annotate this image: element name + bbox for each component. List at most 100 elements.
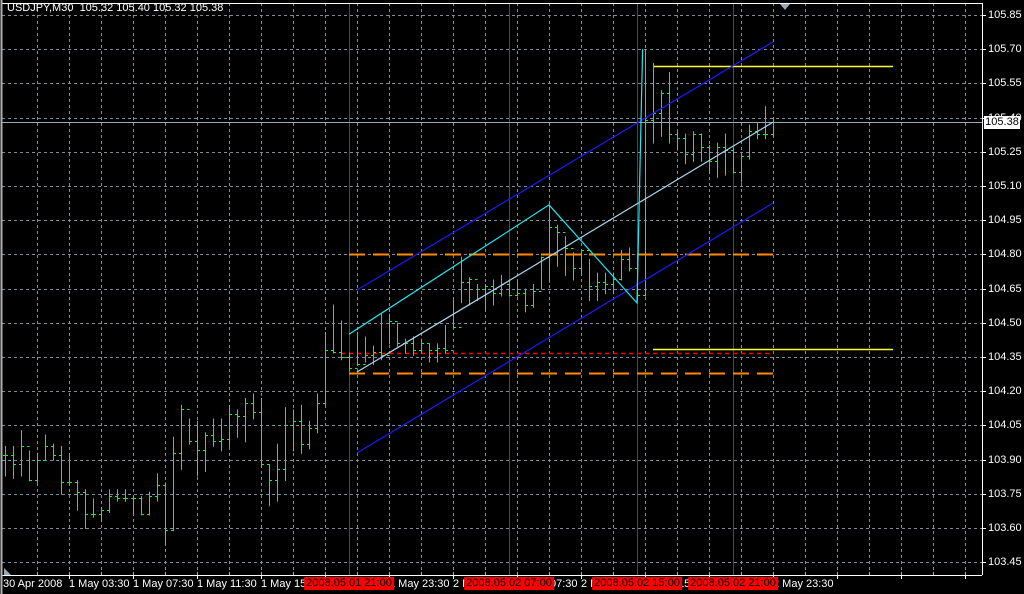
ohlc-bar [547, 204, 552, 283]
ohlc-bar [683, 133, 688, 165]
symbol-label: USDJPY,M30 [7, 2, 74, 14]
ohlc-bar [219, 418, 224, 452]
time-label: 30 Apr 2008 [3, 578, 63, 590]
time-label: 2 May 23:30 [773, 578, 834, 590]
ohlc-bar [251, 393, 256, 420]
ohlc-bar [267, 464, 272, 507]
ohlc-bar [555, 224, 560, 267]
ohlc-bar [771, 117, 776, 137]
ohlc-bar [131, 496, 136, 516]
ohlc-bar [739, 154, 744, 183]
ohlc-bar [259, 398, 264, 468]
ohlc-bar [443, 325, 448, 354]
scroll-marker-icon [4, 568, 11, 575]
low-price: 105.32 [153, 2, 187, 14]
price-label: 104.95 [988, 214, 1022, 226]
price-label: 104.65 [988, 283, 1022, 295]
price-chart[interactable] [0, 0, 1024, 594]
price-label: 104.50 [988, 317, 1022, 329]
ohlc-bar [315, 393, 320, 434]
ohlc-bar [691, 131, 696, 162]
ohlc-bar [659, 90, 664, 137]
time-marker-label: 2008.05.01 21:00 [304, 577, 394, 590]
ohlc-bar [355, 331, 360, 369]
close-price: 105.38 [189, 2, 224, 14]
ohlc-bar [571, 248, 576, 281]
ohlc-bar [179, 404, 184, 470]
ohlc-bar [187, 409, 192, 445]
time-marker-label: 2008.05.02 21:00 [688, 577, 778, 590]
chart-grid [2, 3, 982, 575]
ohlc-bar [19, 429, 24, 477]
time-label: 1 May 03:30 [69, 578, 130, 590]
high-price: 105.40 [116, 2, 150, 14]
ohlc-bar [467, 277, 472, 306]
ohlc-bar [75, 480, 80, 511]
ohlc-bar [171, 436, 176, 532]
ohlc-bar [91, 498, 96, 518]
time-label: 1 May 11:30 [197, 578, 257, 590]
channel-middle-line[interactable] [356, 121, 774, 373]
chart-objects [2, 3, 982, 575]
price-label: 103.60 [988, 522, 1022, 534]
price-label: 103.90 [988, 454, 1022, 466]
ohlc-bar [11, 445, 16, 479]
ohlc-bar [387, 313, 392, 356]
price-label: 103.75 [988, 488, 1022, 500]
chart-header: USDJPY,M30 105.32 105.40 105.32 105.38 [7, 2, 223, 14]
price-label: 103.45 [988, 556, 1022, 568]
ohlc-bar [83, 489, 88, 529]
ohlc-bar [243, 398, 248, 443]
price-label: 104.05 [988, 419, 1022, 431]
ohlc-bar [51, 443, 56, 461]
chart-shift-marker-icon [780, 4, 790, 10]
price-label: 105.70 [988, 43, 1022, 55]
ohlc-bar [475, 279, 480, 301]
ohlc-bar [299, 404, 304, 454]
ohlc-bar [723, 133, 728, 176]
open-price: 105.32 [79, 2, 114, 14]
ohlc-bar [43, 434, 48, 461]
ohlc-bar [195, 420, 200, 477]
ohlc-bar [699, 133, 704, 162]
time-label: 1 May 07:30 [133, 578, 194, 590]
zigzag-line[interactable] [348, 49, 644, 335]
ohlc-bar [203, 432, 208, 472]
ohlc-bar [595, 272, 600, 301]
ohlc-bar [291, 409, 296, 452]
price-label: 105.55 [988, 77, 1022, 89]
ohlc-bar [3, 445, 8, 477]
ohlc-bar [611, 272, 616, 295]
ohlc-bar [667, 72, 672, 144]
ohlc-bar [163, 482, 168, 545]
ohlc-bar [483, 284, 488, 311]
ohlc-bar [715, 142, 720, 178]
ohlc-bar [651, 62, 656, 144]
ohlc-bar [747, 124, 752, 160]
ohlc-bar [331, 304, 336, 354]
ohlc-bar [107, 489, 112, 514]
ohlc-bar [451, 297, 456, 351]
current-price-badge: 105.38 [984, 116, 1020, 129]
ohlc-bar [211, 418, 216, 447]
ohlc-bar [339, 320, 344, 361]
ohlc-bar [283, 407, 288, 482]
ohlc-bar [731, 147, 736, 174]
ohlc-bar [587, 250, 592, 301]
price-label: 104.35 [988, 351, 1022, 363]
ohlc-bar [67, 455, 72, 486]
ohlc-bar [147, 491, 152, 516]
ohlc-bar [603, 272, 608, 295]
ohlc-bar [155, 473, 160, 502]
ohlc-bar [643, 49, 648, 297]
price-label: 104.20 [988, 385, 1022, 397]
time-marker-label: 2008.05.02 07:00 [464, 577, 554, 590]
ohlc-bar [395, 321, 400, 347]
ohlc-bar [59, 445, 64, 495]
price-label: 105.85 [988, 9, 1022, 21]
ohlc-bar [627, 247, 632, 272]
ohlc-bar [459, 256, 464, 328]
ohlc-bar [27, 446, 32, 482]
ohlc-bar [419, 338, 424, 354]
ohlc-bar [275, 443, 280, 502]
